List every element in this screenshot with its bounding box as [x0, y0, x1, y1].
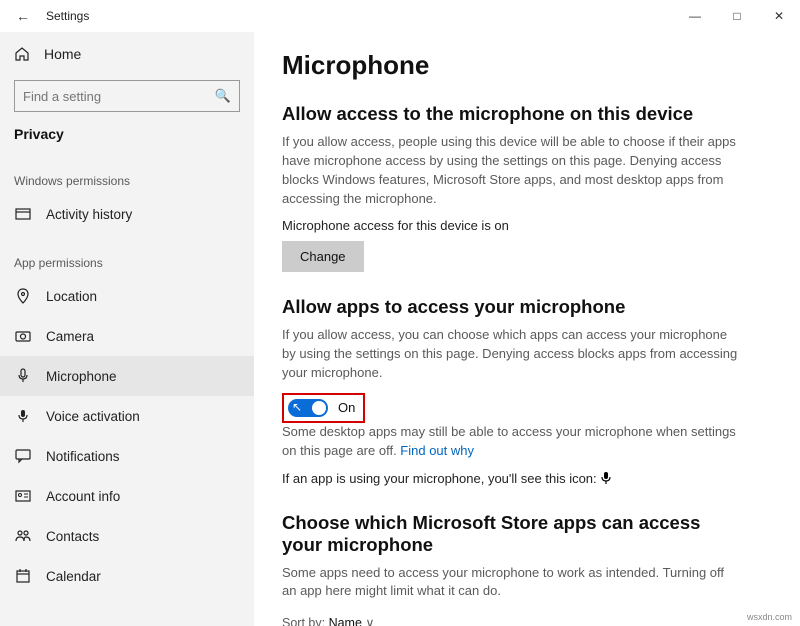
- watermark: wsxdn.com: [747, 612, 792, 622]
- note-text: Some desktop apps may still be able to a…: [282, 424, 736, 458]
- settings-window: ← Settings — □ ✕ Home 🔍 Privacy Windows …: [0, 0, 800, 626]
- home-nav[interactable]: Home: [0, 36, 254, 72]
- window-controls: — □ ✕: [674, 0, 800, 32]
- sidebar-item-contacts[interactable]: Contacts: [0, 516, 254, 556]
- section1-desc: If you allow access, people using this d…: [282, 133, 742, 208]
- contacts-icon: [14, 528, 32, 544]
- section2-title: Allow apps to access your microphone: [282, 296, 742, 318]
- usage-indicator-text: If an app is using your microphone, you'…: [282, 471, 742, 488]
- sidebar-item-label: Account info: [46, 489, 120, 504]
- search-box[interactable]: 🔍: [14, 80, 240, 112]
- section3-desc: Some apps need to access your microphone…: [282, 564, 742, 602]
- sidebar-item-notifications[interactable]: Notifications: [0, 436, 254, 476]
- account-icon: [14, 488, 32, 504]
- toggle-state-label: On: [338, 400, 355, 415]
- find-out-why-link[interactable]: Find out why: [400, 443, 474, 458]
- calendar-icon: [14, 568, 32, 584]
- camera-icon: [14, 328, 32, 344]
- sidebar-item-label: Microphone: [46, 369, 117, 384]
- sidebar-item-label: Camera: [46, 329, 94, 344]
- category-heading: Privacy: [0, 122, 254, 152]
- sort-label: Sort by:: [282, 616, 325, 626]
- sidebar-item-account-info[interactable]: Account info: [0, 476, 254, 516]
- home-icon: [14, 46, 30, 62]
- group-app-permissions: App permissions: [0, 234, 254, 276]
- activity-icon: [14, 206, 32, 222]
- titlebar: ← Settings — □ ✕: [0, 0, 800, 32]
- section2-note: Some desktop apps may still be able to a…: [282, 423, 742, 461]
- sidebar-item-calendar[interactable]: Calendar: [0, 556, 254, 596]
- group-windows-permissions: Windows permissions: [0, 152, 254, 194]
- sort-by-control[interactable]: Sort by: Name ∨: [282, 615, 742, 626]
- apps-access-toggle[interactable]: ↖: [288, 399, 328, 417]
- sidebar-item-microphone[interactable]: Microphone: [0, 356, 254, 396]
- location-icon: [14, 288, 32, 304]
- highlight-annotation: ↖ On: [282, 393, 365, 423]
- maximize-button[interactable]: □: [716, 0, 758, 32]
- search-icon: 🔍: [215, 88, 231, 104]
- toggle-knob: [312, 401, 326, 415]
- sidebar-item-camera[interactable]: Camera: [0, 316, 254, 356]
- cursor-icon: ↖: [292, 400, 302, 414]
- home-label: Home: [44, 46, 81, 62]
- section1-title: Allow access to the microphone on this d…: [282, 103, 742, 125]
- microphone-icon: [14, 368, 32, 384]
- chevron-down-icon: ∨: [365, 616, 374, 626]
- sidebar-item-label: Contacts: [46, 529, 99, 544]
- sidebar: Home 🔍 Privacy Windows permissions Activ…: [0, 32, 254, 626]
- section3-title: Choose which Microsoft Store apps can ac…: [282, 512, 742, 556]
- section2-desc: If you allow access, you can choose whic…: [282, 326, 742, 383]
- sidebar-item-label: Calendar: [46, 569, 101, 584]
- back-button[interactable]: ←: [8, 8, 38, 24]
- mic-in-use-icon: [600, 471, 612, 488]
- minimize-button[interactable]: —: [674, 0, 716, 32]
- sidebar-item-label: Voice activation: [46, 409, 140, 424]
- sidebar-item-activity-history[interactable]: Activity history: [0, 194, 254, 234]
- change-button[interactable]: Change: [282, 241, 364, 272]
- sidebar-item-label: Location: [46, 289, 97, 304]
- sidebar-item-location[interactable]: Location: [0, 276, 254, 316]
- sidebar-item-label: Notifications: [46, 449, 120, 464]
- chat-icon: [14, 448, 32, 464]
- main-content: Microphone Allow access to the microphon…: [254, 32, 800, 626]
- page-title: Microphone: [282, 50, 742, 81]
- sort-value: Name: [329, 616, 362, 626]
- voice-icon: [14, 408, 32, 424]
- sidebar-item-label: Activity history: [46, 207, 132, 222]
- close-button[interactable]: ✕: [758, 0, 800, 32]
- device-access-status: Microphone access for this device is on: [282, 218, 742, 233]
- window-title: Settings: [46, 9, 89, 23]
- search-input[interactable]: [23, 89, 215, 104]
- sidebar-item-voice-activation[interactable]: Voice activation: [0, 396, 254, 436]
- body: Home 🔍 Privacy Windows permissions Activ…: [0, 32, 800, 626]
